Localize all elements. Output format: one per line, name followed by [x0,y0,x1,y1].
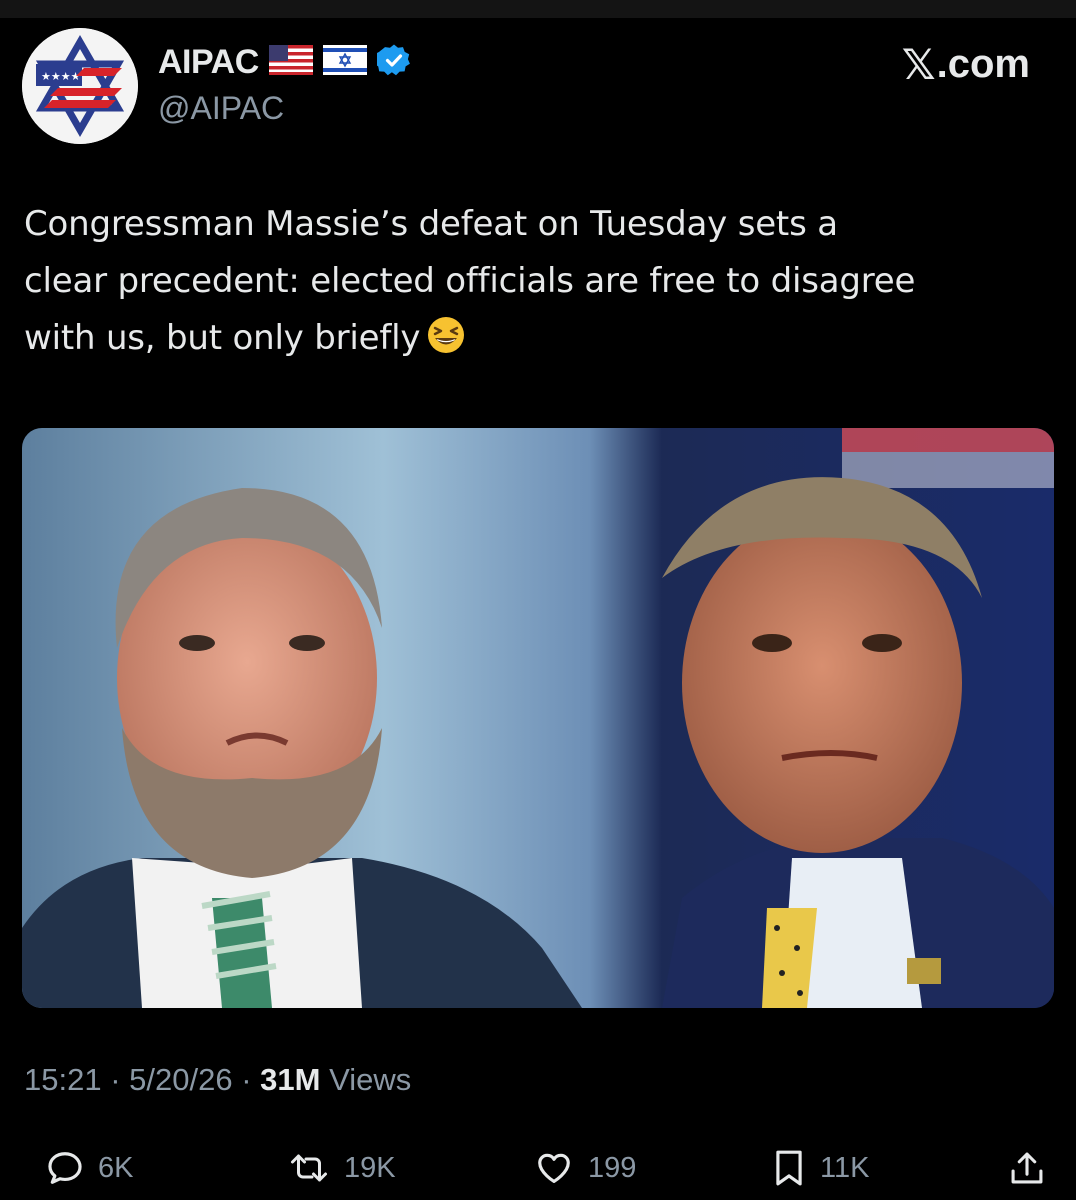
x-com-label: 𝕏 .com [902,40,1030,89]
views-count: 31M [260,1062,321,1097]
tweet-media-image[interactable] [22,428,1054,1008]
reply-button[interactable]: 6K [46,1140,133,1196]
tweet-text-line: with us, but only briefly [24,310,1064,373]
share-icon [1011,1152,1043,1184]
display-name[interactable]: AIPAC [158,43,259,82]
meta-separator: · [110,1062,121,1097]
svg-text:★★★★: ★★★★ [41,70,81,83]
reply-count: 6K [98,1151,134,1184]
author-name-row[interactable]: AIPAC [158,40,411,84]
views-label: Views [329,1062,412,1097]
bookmark-icon [776,1150,802,1186]
grinning-squinting-face-emoji [426,315,466,373]
tweet-text-line-content: with us, but only briefly [24,318,421,358]
photo-two-men-illustration [22,428,1054,1008]
israel-flag-icon [322,44,367,80]
author-handle[interactable]: @AIPAC [158,90,284,127]
verified-badge-icon[interactable] [373,43,411,82]
reply-icon [48,1152,82,1184]
like-count: 199 [588,1151,637,1184]
like-button[interactable]: 199 [534,1140,636,1196]
tweet-text: Congressman Massie’s defeat on Tuesday s… [24,196,1064,373]
x-logo-icon: 𝕏 [901,40,936,89]
meta-separator: · [241,1062,252,1097]
aipac-avatar[interactable]: ★★★★ [22,28,138,144]
tweet-time[interactable]: 15:21 [24,1062,102,1097]
tweet-text-line: clear precedent: elected officials are f… [24,261,916,301]
tweet-meta: 15:21 · 5/20/26 · 31M Views [24,1062,411,1098]
bookmark-count: 11K [820,1151,870,1184]
bookmark-button[interactable]: 11K [772,1140,869,1196]
repost-icon [291,1154,327,1182]
share-button[interactable] [1010,1140,1044,1196]
aipac-logo-icon: ★★★★ [22,28,138,144]
action-bar: 6K 19K 199 11K [0,1140,1076,1196]
us-flag-icon [268,44,313,80]
repost-count: 19K [344,1151,396,1184]
repost-button[interactable]: 19K [288,1140,396,1196]
tweet-date[interactable]: 5/20/26 [129,1062,232,1097]
heart-icon [538,1153,570,1184]
top-bar [0,0,1076,18]
tweet-text-line: Congressman Massie’s defeat on Tuesday s… [24,204,838,244]
site-label: .com [936,42,1030,86]
